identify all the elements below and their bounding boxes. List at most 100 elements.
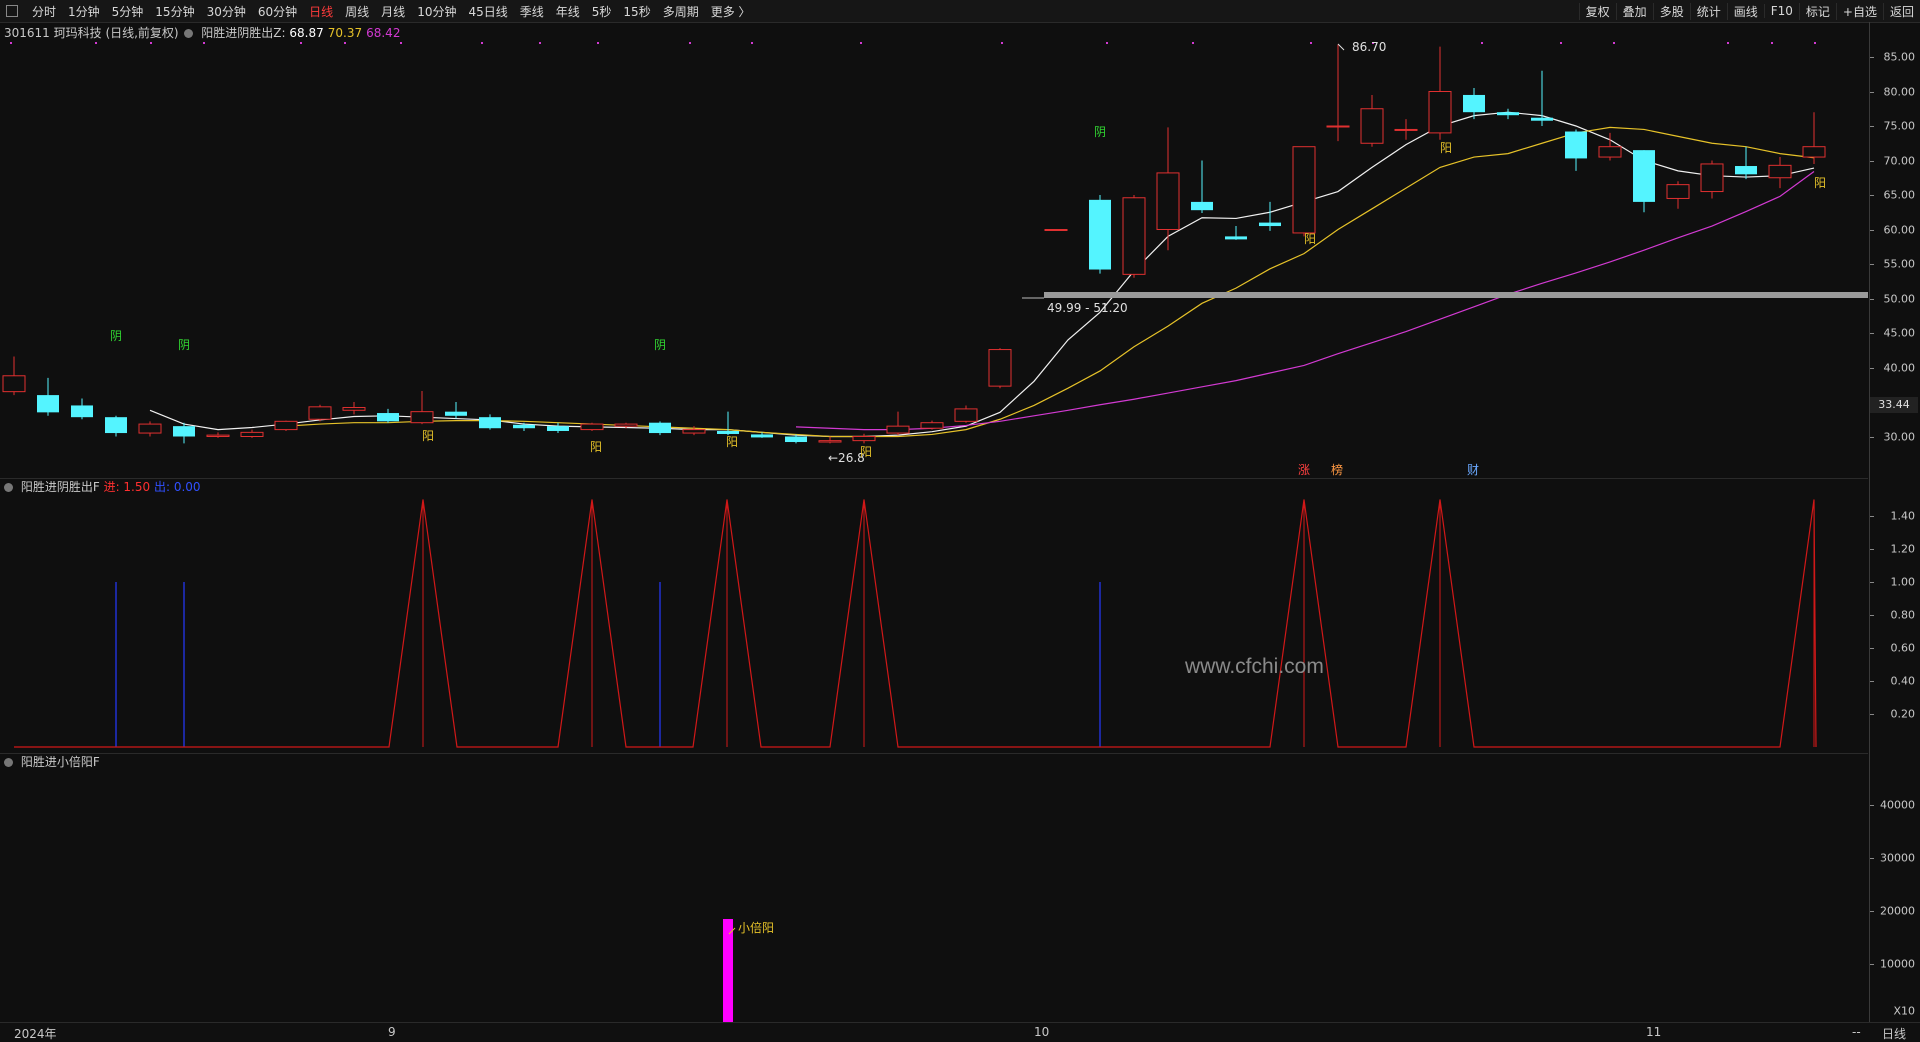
candle-down[interactable] xyxy=(717,430,739,434)
main-chart-panel[interactable]: 301611 珂玛科技 (日线,前复权) 阳胜进阴胜出Z: 68.87 70.37… xyxy=(0,22,1868,479)
toolbar-button[interactable]: 统计 xyxy=(1689,2,1727,20)
candle-down[interactable] xyxy=(1633,150,1655,202)
candle-up[interactable] xyxy=(1122,197,1146,275)
period-tab[interactable]: 15秒 xyxy=(617,3,656,20)
candle-down[interactable] xyxy=(377,413,399,422)
candle-up[interactable] xyxy=(1700,163,1724,193)
candle-up[interactable] xyxy=(682,429,706,434)
toolbar-button[interactable]: +自选 xyxy=(1835,2,1883,20)
menu-icon[interactable] xyxy=(6,5,18,17)
period-label[interactable]: 日线 xyxy=(1882,1025,1906,1042)
candle-up[interactable] xyxy=(954,408,978,422)
candle-down[interactable] xyxy=(1565,131,1587,159)
candle-down[interactable] xyxy=(1735,166,1757,175)
toolbar-button[interactable]: 画线 xyxy=(1726,2,1764,20)
event-cai[interactable]: 财 xyxy=(1467,463,1479,477)
axis-tick-mark xyxy=(1870,91,1874,93)
period-tab[interactable]: 45日线 xyxy=(462,3,513,20)
toolbar-button[interactable]: 多股 xyxy=(1652,2,1690,20)
top-dot-marker xyxy=(1814,42,1816,44)
high-marker xyxy=(1337,43,1345,51)
candle-up[interactable] xyxy=(342,407,366,411)
candle-up[interactable] xyxy=(852,436,876,442)
candle-up[interactable] xyxy=(138,423,162,434)
candle-up[interactable] xyxy=(580,423,604,431)
candle-down[interactable] xyxy=(1531,117,1553,121)
candle-up[interactable] xyxy=(274,420,298,431)
candle-down[interactable] xyxy=(785,436,807,443)
candle-up[interactable] xyxy=(1292,146,1316,234)
candle-up[interactable] xyxy=(818,440,842,443)
candle-down[interactable] xyxy=(1225,236,1247,240)
candle-down[interactable] xyxy=(37,395,59,413)
candle-up[interactable] xyxy=(1394,128,1418,131)
candle-up[interactable] xyxy=(1666,184,1690,199)
period-tab[interactable]: 多周期 xyxy=(657,3,705,20)
toolbar-button[interactable]: 复权 xyxy=(1578,2,1616,20)
candlestick-chart[interactable]: 49.99 - 51.20 86.70 ←26.8 阴阴 阴阴阳阳 阳阳阳阳阳 涨 … xyxy=(0,22,1868,478)
candle-up[interactable] xyxy=(206,434,230,437)
signal-chart[interactable] xyxy=(0,478,1868,753)
candle-up[interactable] xyxy=(308,406,332,420)
candle-down[interactable] xyxy=(1463,94,1485,113)
date-label-sep: 9 xyxy=(388,1025,396,1039)
period-tab[interactable]: 5秒 xyxy=(586,3,618,20)
period-tab[interactable]: 日线 xyxy=(303,3,339,20)
candle-up[interactable] xyxy=(920,422,944,429)
candle-down[interactable] xyxy=(513,424,535,429)
candle-up[interactable] xyxy=(410,411,434,424)
period-tab[interactable]: 15分钟 xyxy=(149,3,200,20)
candle-down[interactable] xyxy=(1191,201,1213,211)
period-tab[interactable]: 月线 xyxy=(375,3,411,20)
signal-panel[interactable]: 阳胜进阴胜出F 进: 1.50 出: 0.00 xyxy=(0,478,1868,754)
candle-up[interactable] xyxy=(1802,146,1826,158)
candle-down[interactable] xyxy=(1089,199,1111,270)
candle-down[interactable] xyxy=(1497,112,1519,116)
yang-label: 阳 xyxy=(590,440,602,454)
xbeiyang-chart[interactable]: 小倍阳 xyxy=(0,753,1868,1022)
period-tab[interactable]: 60分钟 xyxy=(252,3,303,20)
candle-up[interactable] xyxy=(2,375,26,393)
axis-tick-mark xyxy=(1870,57,1874,58)
period-tab[interactable]: 1分钟 xyxy=(62,3,106,20)
candle-up[interactable] xyxy=(1326,125,1350,128)
candle-up[interactable] xyxy=(1044,229,1068,231)
candle-down[interactable] xyxy=(547,426,569,431)
toolbar-button[interactable]: 标记 xyxy=(1798,2,1836,20)
candle-down[interactable] xyxy=(445,411,467,416)
candle-down[interactable] xyxy=(71,405,93,418)
event-zhang[interactable]: 涨 xyxy=(1298,462,1310,477)
candle-up[interactable] xyxy=(886,425,910,434)
toolbar-button[interactable]: F10 xyxy=(1763,4,1799,18)
period-tab[interactable]: 周线 xyxy=(339,3,375,20)
candle-up[interactable] xyxy=(1768,164,1792,179)
candle-up[interactable] xyxy=(1598,146,1622,158)
period-tab[interactable]: 30分钟 xyxy=(201,3,252,20)
xbeiyang-panel[interactable]: 阳胜进小倍阳F 小倍阳 xyxy=(0,753,1868,1022)
candle-down[interactable] xyxy=(105,417,127,434)
period-tab[interactable]: 分时 xyxy=(26,3,62,20)
candle-down[interactable] xyxy=(479,417,501,429)
candle-up[interactable] xyxy=(1428,91,1452,134)
candle-down[interactable] xyxy=(649,422,671,434)
toolbar-button[interactable]: 叠加 xyxy=(1615,2,1653,20)
ma-white-line xyxy=(149,111,1815,438)
toolbar-button[interactable]: 返回 xyxy=(1882,2,1920,20)
candle-up[interactable] xyxy=(240,431,264,437)
period-tab[interactable]: 更多 〉 xyxy=(705,3,757,20)
period-tab[interactable]: 季线 xyxy=(514,3,550,20)
period-tab[interactable]: 5分钟 xyxy=(106,3,150,20)
candle-up[interactable] xyxy=(988,349,1012,387)
top-dot-marker xyxy=(1001,42,1003,44)
candle-down[interactable] xyxy=(173,426,195,437)
period-tab[interactable]: 10分钟 xyxy=(411,3,462,20)
candle-up[interactable] xyxy=(614,423,638,427)
candle-down[interactable] xyxy=(751,434,773,438)
right-toolbar: 复权 叠加 多股 统计 画线 F10 标记 +自选 返回 xyxy=(1578,0,1920,22)
xbeiyang-y-axis: X10 40000 30000 20000 10000 xyxy=(1869,753,1920,1022)
candle-up[interactable] xyxy=(1156,172,1180,230)
candle-down[interactable] xyxy=(1259,222,1281,227)
event-bang[interactable]: 榜 xyxy=(1331,462,1343,477)
candle-up[interactable] xyxy=(1360,108,1384,144)
period-tab[interactable]: 年线 xyxy=(550,3,586,20)
